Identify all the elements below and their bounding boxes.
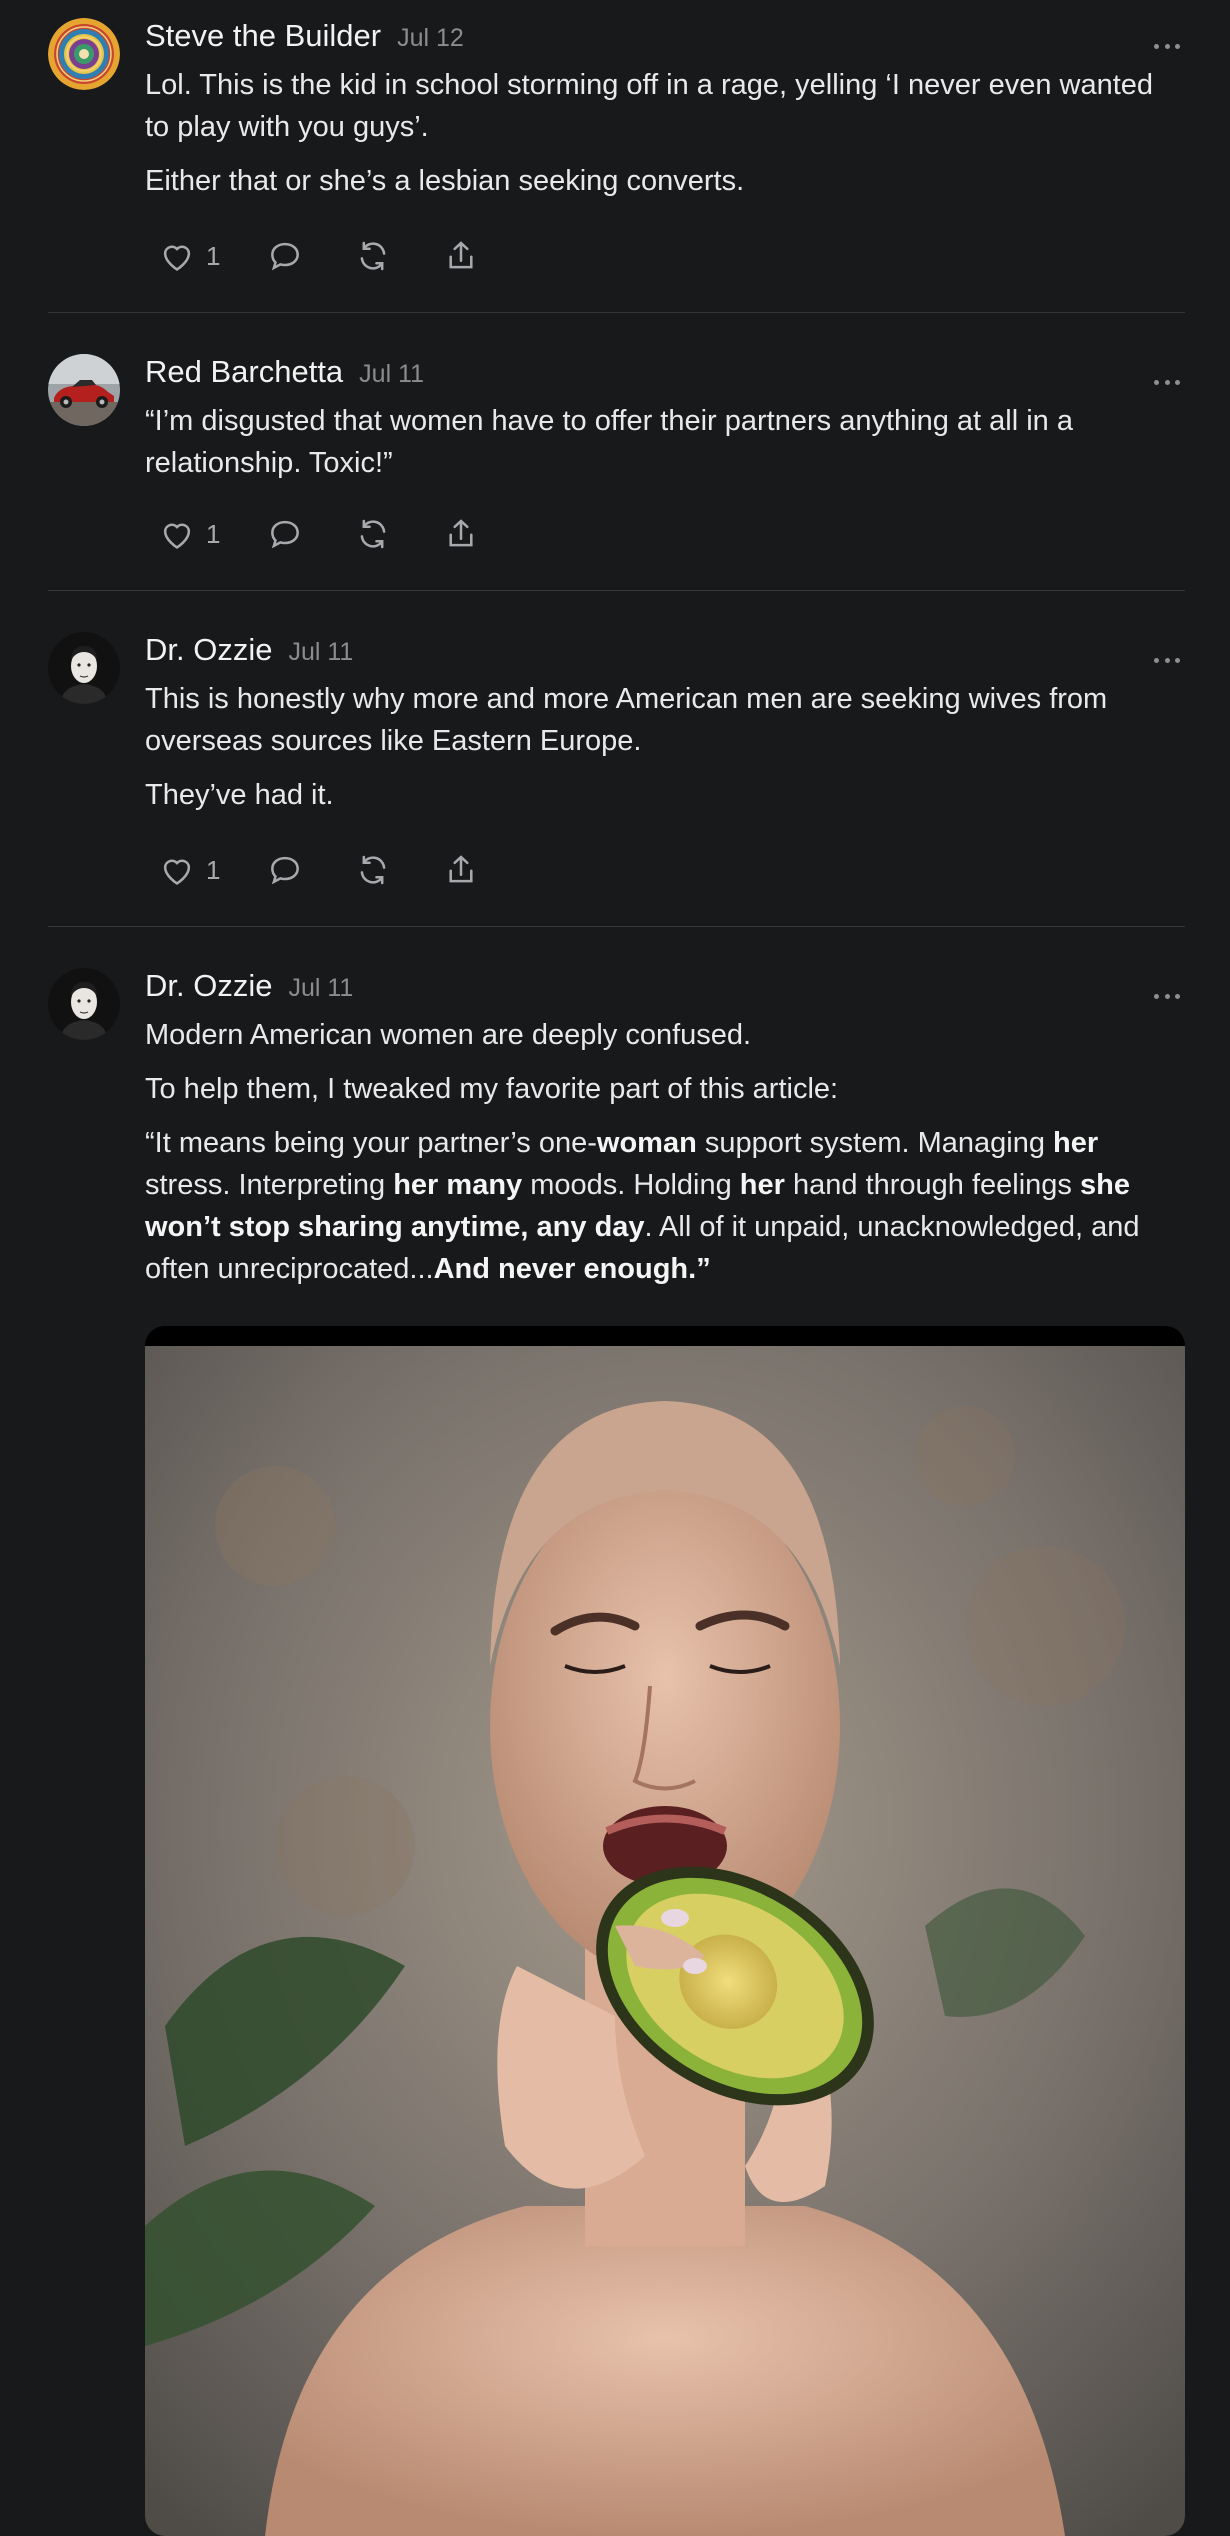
avatar[interactable] <box>48 632 120 704</box>
portrait-avatar-image <box>48 968 120 1040</box>
avatar[interactable] <box>48 18 120 90</box>
like-button[interactable]: 1 <box>158 851 220 889</box>
author-name[interactable]: Dr. Ozzie <box>145 968 272 1004</box>
post-actions: 1 <box>158 848 480 892</box>
share-button[interactable] <box>442 851 480 889</box>
author-name[interactable]: Steve the Builder <box>145 18 381 54</box>
avatar[interactable] <box>48 968 120 1040</box>
post-text: Lol. This is the kid in school storming … <box>145 69 1154 143</box>
text-segment: stress. Interpreting <box>145 1169 394 1201</box>
post-image[interactable] <box>145 1326 1185 2536</box>
heart-icon <box>163 859 191 885</box>
post-header: Dr. Ozzie Jul 11 <box>145 632 1185 672</box>
post-content: Dr. Ozzie Jul 11 This is honestly why mo… <box>145 632 1185 828</box>
text-segment: “It means being your partner’s one- <box>145 1127 597 1159</box>
comment-icon <box>271 856 300 885</box>
red-car-avatar-image <box>48 354 120 426</box>
share-icon <box>449 519 474 547</box>
restack-button[interactable] <box>354 237 392 275</box>
comment-button[interactable] <box>266 851 304 889</box>
text-segment: support system. Managing <box>696 1127 1054 1159</box>
share-button[interactable] <box>442 515 480 553</box>
post-text: Either that or she’s a lesbian seeking c… <box>145 165 745 197</box>
like-count: 1 <box>206 240 221 271</box>
post-date[interactable]: Jul 11 <box>288 974 353 1003</box>
restack-icon <box>361 241 386 271</box>
more-options-icon[interactable] <box>1154 372 1180 392</box>
restack-button[interactable] <box>354 851 392 889</box>
post-content: Red Barchetta Jul 11 “I’m disgusted that… <box>145 354 1185 496</box>
mandala-avatar-image <box>48 18 120 90</box>
bold-text-segment: her <box>739 1169 785 1201</box>
post-date[interactable]: Jul 11 <box>288 638 353 667</box>
author-name[interactable]: Red Barchetta <box>145 354 343 390</box>
post-text: “I’m disgusted that women have to offer … <box>145 405 1073 479</box>
share-icon <box>449 241 474 269</box>
share-icon <box>449 855 474 883</box>
quoted-text: “It means being your partner’s one-woman… <box>145 1122 1185 1290</box>
text-segment: moods. Holding <box>522 1169 740 1201</box>
like-count: 1 <box>206 518 221 549</box>
bold-text-segment: her <box>1053 1127 1099 1159</box>
author-name[interactable]: Dr. Ozzie <box>145 632 272 668</box>
post-divider <box>48 926 1185 927</box>
more-options-icon[interactable] <box>1154 36 1180 56</box>
post-date[interactable]: Jul 12 <box>397 24 464 53</box>
post-header: Red Barchetta Jul 11 <box>145 354 1185 394</box>
bold-text-segment: woman <box>596 1127 697 1159</box>
post-header: Dr. Ozzie Jul 11 <box>145 968 1185 1008</box>
like-button[interactable]: 1 <box>158 515 220 553</box>
post-divider <box>48 312 1185 313</box>
post-actions: 1 <box>158 234 480 278</box>
post-actions: 1 <box>158 512 480 556</box>
like-button[interactable]: 1 <box>158 237 220 275</box>
heart-icon <box>163 245 191 271</box>
post-content: Dr. Ozzie Jul 11 Modern American women a… <box>145 968 1185 1302</box>
post-text: To help them, I tweaked my favorite part… <box>145 1073 839 1105</box>
bold-text-segment: her many <box>393 1169 523 1201</box>
avatar[interactable] <box>48 354 120 426</box>
comment-button[interactable] <box>266 237 304 275</box>
restack-button[interactable] <box>354 515 392 553</box>
post-text: This is honestly why more and more Ameri… <box>145 683 1108 757</box>
post-content: Steve the Builder Jul 12 Lol. This is th… <box>145 18 1185 214</box>
post-date[interactable]: Jul 11 <box>359 360 424 389</box>
post-header: Steve the Builder Jul 12 <box>145 18 1185 58</box>
restack-icon <box>361 519 386 549</box>
portrait-avatar-image <box>48 632 120 704</box>
post-text: They’ve had it. <box>145 779 334 811</box>
post-divider <box>48 590 1185 591</box>
post-text: Modern American women are deeply confuse… <box>145 1019 752 1051</box>
comment-icon <box>271 242 300 271</box>
heart-icon <box>163 523 191 549</box>
share-button[interactable] <box>442 237 480 275</box>
photo-woman-eating-avocado <box>145 1326 1185 2536</box>
like-count: 1 <box>206 854 221 885</box>
restack-icon <box>361 855 386 885</box>
text-segment: hand through feelings <box>784 1169 1080 1201</box>
comment-button[interactable] <box>266 515 304 553</box>
more-options-icon[interactable] <box>1154 650 1180 670</box>
comment-icon <box>271 520 300 549</box>
more-options-icon[interactable] <box>1154 986 1180 1006</box>
bold-text-segment: And never enough.” <box>433 1253 711 1285</box>
